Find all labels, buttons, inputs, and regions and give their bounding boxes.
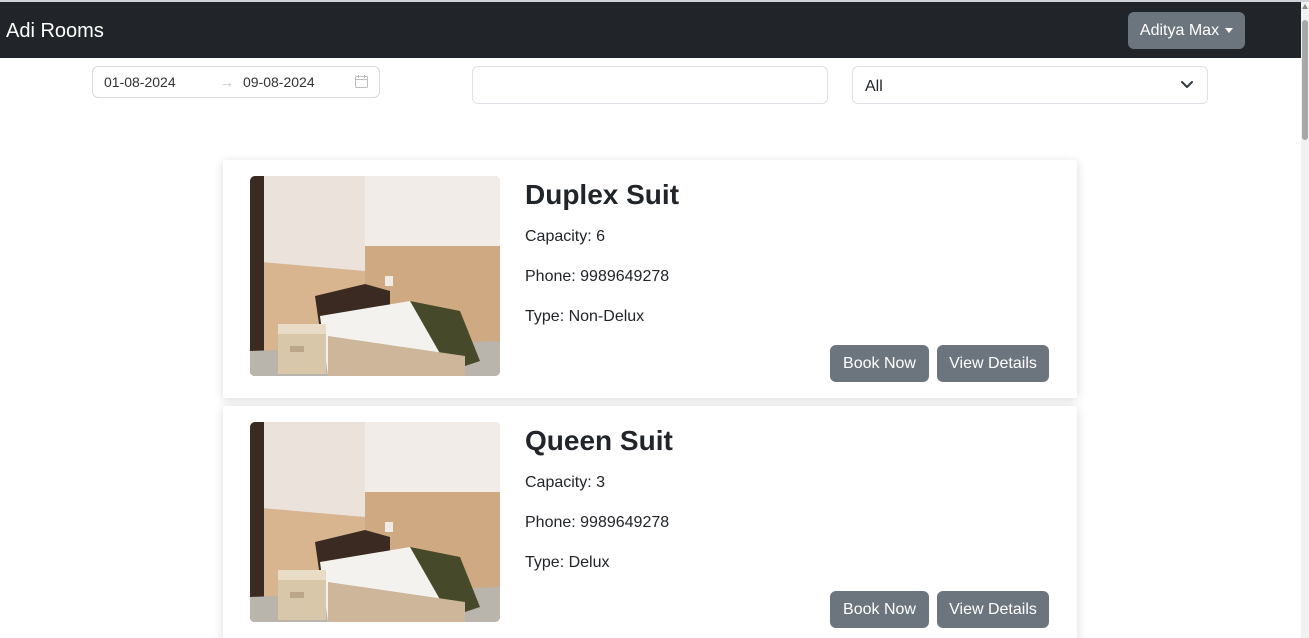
- brand-link[interactable]: Adi Rooms: [6, 19, 104, 43]
- book-now-button[interactable]: Book Now: [830, 591, 929, 628]
- user-menu-button[interactable]: Aditya Max: [1128, 12, 1245, 49]
- room-type-select[interactable]: All: [852, 66, 1208, 104]
- room-image: [250, 422, 500, 622]
- chevron-down-icon: [1181, 81, 1193, 88]
- room-type: Type: Delux: [525, 554, 610, 571]
- room-image: [250, 176, 500, 376]
- room-title: Queen Suit: [525, 425, 673, 456]
- room-card: Queen Suit Capacity: 3 Phone: 9989649278…: [223, 406, 1077, 638]
- room-title: Duplex Suit: [525, 179, 680, 210]
- scrollbar-thumb[interactable]: [1302, 20, 1308, 140]
- room-capacity: Capacity: 6: [525, 228, 606, 245]
- room-phone: Phone: 9989649278: [525, 514, 670, 531]
- calendar-icon: [355, 75, 368, 88]
- date-range-arrow: →: [220, 74, 234, 90]
- scroll-up-icon[interactable]: [1302, 4, 1308, 9]
- room-card: Duplex Suit Capacity: 6 Phone: 998964927…: [223, 160, 1077, 398]
- room-type-selected: All: [865, 78, 883, 95]
- caret-down-icon: [1225, 28, 1234, 33]
- view-details-button[interactable]: View Details: [937, 345, 1049, 382]
- book-now-button[interactable]: Book Now: [830, 345, 929, 382]
- room-type: Type: Non-Delux: [525, 308, 645, 325]
- view-details-button[interactable]: View Details: [937, 591, 1049, 628]
- date-start-input[interactable]: 01-08-2024: [104, 74, 176, 90]
- user-menu-label: Aditya Max: [1139, 21, 1220, 39]
- room-capacity: Capacity: 3: [525, 474, 606, 491]
- search-input[interactable]: [472, 66, 828, 104]
- room-phone: Phone: 9989649278: [525, 268, 670, 285]
- date-end-input[interactable]: 09-08-2024: [243, 74, 315, 90]
- date-range-picker[interactable]: 01-08-2024 → 09-08-2024: [92, 66, 380, 98]
- navbar: Adi Rooms Aditya Max: [0, 2, 1301, 58]
